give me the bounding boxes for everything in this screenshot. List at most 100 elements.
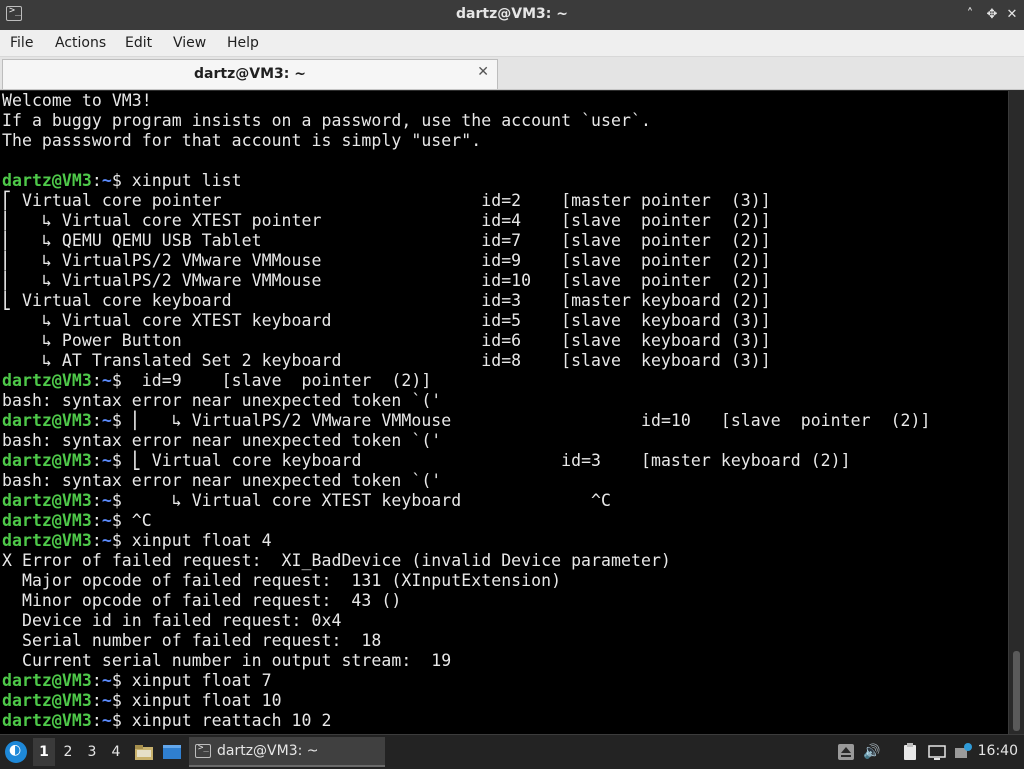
command-text: $ xinput float 4 [111,531,272,550]
output-text: ⎜ ↳ VirtualPS/2 VMware VMMouse id=10 [sl… [2,271,771,290]
prompt-separator: : [91,711,102,730]
prompt-user: dartz@VM3 [2,531,92,550]
output-text: Minor opcode of failed request: 43 () [2,591,402,610]
prompt-separator: : [91,691,102,710]
prompt-user: dartz@VM3 [2,451,92,470]
minimize-button[interactable]: ˄ [963,8,977,22]
taskbar-terminal-button[interactable]: >_ dartz@VM3: ~ [189,737,385,767]
output-text: ⎜ ↳ Virtual core XTEST pointer id=4 [sla… [2,211,771,230]
terminal-line: Current serial number in output stream: … [2,651,1006,671]
clock: 16:40 [977,743,1018,759]
terminal-icon: >_ [195,743,211,758]
tab-terminal[interactable]: dartz@VM3: ~ ✕ [2,59,498,89]
command-text: $ ^C [111,511,152,530]
command-text: $ id=9 [slave pointer (2)] [111,371,432,390]
terminal-line: Serial number of failed request: 18 [2,631,1006,651]
menu-help[interactable]: Help [227,35,259,51]
taskbar-terminal-label: dartz@VM3: ~ [217,743,319,759]
prompt-path: ~ [101,711,112,730]
terminal-line: ⎜ ↳ Virtual core XTEST pointer id=4 [sla… [2,211,1006,231]
prompt-separator: : [91,451,102,470]
prompt-separator: : [91,511,102,530]
scrollbar-thumb[interactable] [1013,651,1020,731]
terminal-line: bash: syntax error near unexpected token… [2,391,1006,411]
prompt-user: dartz@VM3 [2,691,92,710]
output-text: Serial number of failed request: 18 [2,631,382,650]
menu-view[interactable]: View [173,35,206,51]
terminal-line: dartz@VM3:~$ id=9 [slave pointer (2)] [2,371,1006,391]
tab-label: dartz@VM3: ~ [194,66,306,82]
output-text: Current serial number in output stream: … [2,651,452,670]
terminal-scrollbar[interactable] [1008,91,1024,734]
prompt-path: ~ [101,171,112,190]
output-text: ↳ Virtual core XTEST keyboard id=5 [slav… [2,311,771,330]
prompt-user: dartz@VM3 [2,711,92,730]
command-text: $ ↳ Virtual core XTEST keyboard ^C [111,491,612,510]
update-notifier-icon[interactable] [953,742,973,762]
window-titlebar[interactable]: >_ dartz@VM3: ~ ˄ ✥ ✕ [0,0,1024,30]
terminal-line: dartz@VM3:~$ xinput float 7 [2,671,1006,691]
prompt-separator: : [91,491,102,510]
terminal-line: dartz@VM3:~$ xinput float 4 [2,531,1006,551]
prompt-path: ~ [101,491,112,510]
close-tab-icon[interactable]: ✕ [477,64,489,80]
terminal-line: If a buggy program insists on a password… [2,111,1006,131]
output-text: Major opcode of failed request: 131 (XIn… [2,571,562,590]
prompt-path: ~ [101,671,112,690]
workspace-1[interactable]: 1 [33,738,55,766]
terminal-lines: Welcome to VM3! If a buggy program insist… [2,91,1006,731]
terminal-line: ⎣ Virtual core keyboard id=3 [master key… [2,291,1006,311]
command-text: $ ⎣ Virtual core keyboard id=3 [master k… [111,451,851,470]
terminal-line: dartz@VM3:~$ xinput reattach 10 2 [2,711,1006,731]
output-text: ⎡ Virtual core pointer id=2 [master poin… [2,191,771,210]
taskbar: ◐ 1 2 3 4 >_ dartz@VM3: ~ 🔊 16:40 [0,734,1024,769]
output-text: Device id in failed request: 0x4 [2,611,342,630]
terminal-line: Minor opcode of failed request: 43 () [2,591,1006,611]
terminal-line: The passsword for that account is simply… [2,131,1006,151]
prompt-path: ~ [101,511,112,530]
network-icon[interactable] [927,742,947,762]
workspace-4[interactable]: 4 [105,738,127,766]
prompt-separator: : [91,531,102,550]
file-manager-icon[interactable] [134,743,154,761]
menu-actions[interactable]: Actions [55,35,106,51]
prompt-user: dartz@VM3 [2,411,92,430]
menu-edit[interactable]: Edit [125,35,152,51]
command-text: $ xinput float 10 [111,691,282,710]
prompt-separator: : [91,671,102,690]
removable-media-icon[interactable] [836,742,856,762]
workspace-2[interactable]: 2 [57,738,79,766]
terminal-line: ⎡ Virtual core pointer id=2 [master poin… [2,191,1006,211]
prompt-path: ~ [101,531,112,550]
prompt-user: dartz@VM3 [2,171,92,190]
menu-bar: File Actions Edit View Help [0,30,1024,57]
workspace-3[interactable]: 3 [81,738,103,766]
prompt-path: ~ [101,371,112,390]
command-text: $ xinput reattach 10 2 [111,711,332,730]
output-text: X Error of failed request: XI_BadDevice … [2,551,671,570]
clipboard-icon[interactable] [900,742,920,762]
output-text: ↳ Power Button id=6 [slave keyboard (3)] [2,331,771,350]
command-text: $ xinput list [111,171,242,190]
terminal-line: bash: syntax error near unexpected token… [2,471,1006,491]
volume-icon[interactable]: 🔊 [862,742,882,762]
terminal-line: dartz@VM3:~$ xinput float 10 [2,691,1006,711]
menu-file[interactable]: File [10,35,33,51]
command-text: $ xinput float 7 [111,671,272,690]
start-menu-icon[interactable]: ◐ [5,741,27,763]
prompt-path: ~ [101,411,112,430]
terminal-line: ↳ AT Translated Set 2 keyboard id=8 [sla… [2,351,1006,371]
terminal-line: dartz@VM3:~$ ↳ Virtual core XTEST keyboa… [2,491,1006,511]
terminal-line: ↳ Power Button id=6 [slave keyboard (3)] [2,331,1006,351]
terminal-line: dartz@VM3:~$ xinput list [2,171,1006,191]
output-text: The passsword for that account is simply… [2,131,482,150]
close-window-button[interactable]: ✕ [1005,8,1019,22]
output-text: bash: syntax error near unexpected token… [2,471,442,490]
show-desktop-icon[interactable] [162,743,182,761]
terminal-line: Major opcode of failed request: 131 (XIn… [2,571,1006,591]
terminal-line: X Error of failed request: XI_BadDevice … [2,551,1006,571]
prompt-path: ~ [101,451,112,470]
maximize-button[interactable]: ✥ [985,8,999,22]
terminal-output[interactable]: Welcome to VM3! If a buggy program insist… [0,91,1024,734]
